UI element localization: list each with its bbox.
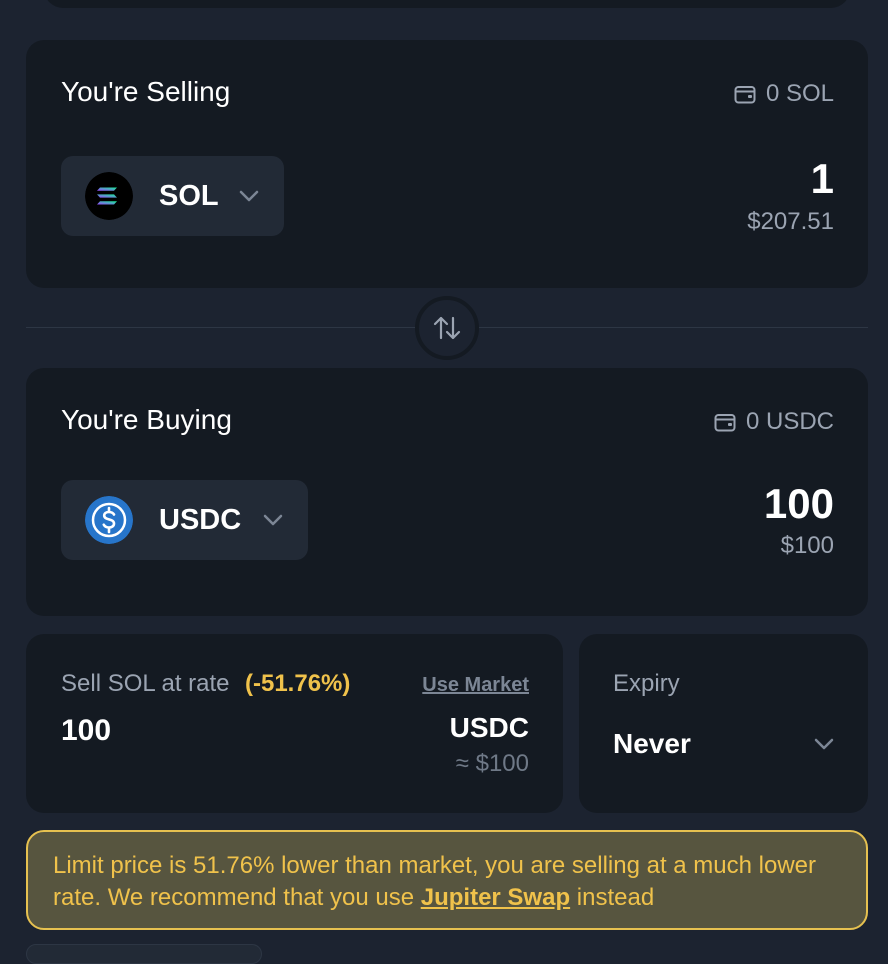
rate-label: Sell SOL at rate [61, 670, 230, 697]
buy-token-symbol: USDC [159, 503, 242, 536]
buy-amount-input[interactable]: 100 [764, 480, 834, 528]
rate-input[interactable]: 100 [61, 714, 111, 748]
expiry-label: Expiry [613, 670, 680, 697]
selling-title: You're Selling [61, 76, 231, 107]
sell-token-symbol: SOL [159, 179, 219, 212]
expiry-panel: Expiry Never [579, 634, 868, 813]
buying-title: You're Buying [61, 404, 232, 435]
jupiter-swap-link[interactable]: Jupiter Swap [421, 884, 570, 911]
expiry-value: Never [613, 728, 691, 759]
wallet-icon [714, 414, 736, 432]
limit-rate-panel: Sell SOL at rate (-51.76%) Use Market 10… [26, 634, 563, 813]
swap-arrows-icon [433, 316, 461, 340]
usdc-logo-icon [85, 496, 133, 544]
price-warning-banner: Limit price is 51.76% lower than market,… [26, 830, 868, 930]
sell-usd-value: $207.51 [747, 208, 834, 235]
rate-unit: USDC [449, 712, 529, 743]
solana-logo-icon [85, 172, 133, 220]
swap-direction-button[interactable] [415, 296, 479, 360]
warning-text-end: instead [570, 884, 655, 911]
next-element-edge [26, 944, 262, 964]
buy-token-selector[interactable]: USDC [61, 480, 308, 560]
buy-usd-value: $100 [780, 532, 834, 559]
wallet-icon [734, 86, 756, 104]
chevron-down-icon [263, 514, 283, 526]
sell-token-selector[interactable]: SOL [61, 156, 284, 236]
chevron-down-icon [814, 738, 834, 750]
buy-balance-text: 0 USDC [745, 408, 834, 435]
previous-panel-edge [44, 0, 850, 8]
buy-balance[interactable]: 0 USDC [714, 408, 834, 436]
expiry-dropdown[interactable]: Never [613, 724, 835, 764]
selling-panel: You're Selling 0 SOL SOL 1 $207.51 [26, 40, 868, 288]
sell-balance-text: 0 SOL [765, 80, 834, 107]
chevron-down-icon [239, 190, 259, 202]
rate-usd-equivalent: ≈ $100 [455, 750, 529, 777]
use-market-link[interactable]: Use Market [422, 674, 529, 697]
sell-balance[interactable]: 0 SOL [734, 80, 834, 108]
sell-amount-input[interactable]: 1 [811, 155, 834, 203]
rate-difference-badge: (-51.76%) [245, 670, 351, 697]
buying-panel: You're Buying 0 USDC USDC 100 $100 [26, 368, 868, 616]
